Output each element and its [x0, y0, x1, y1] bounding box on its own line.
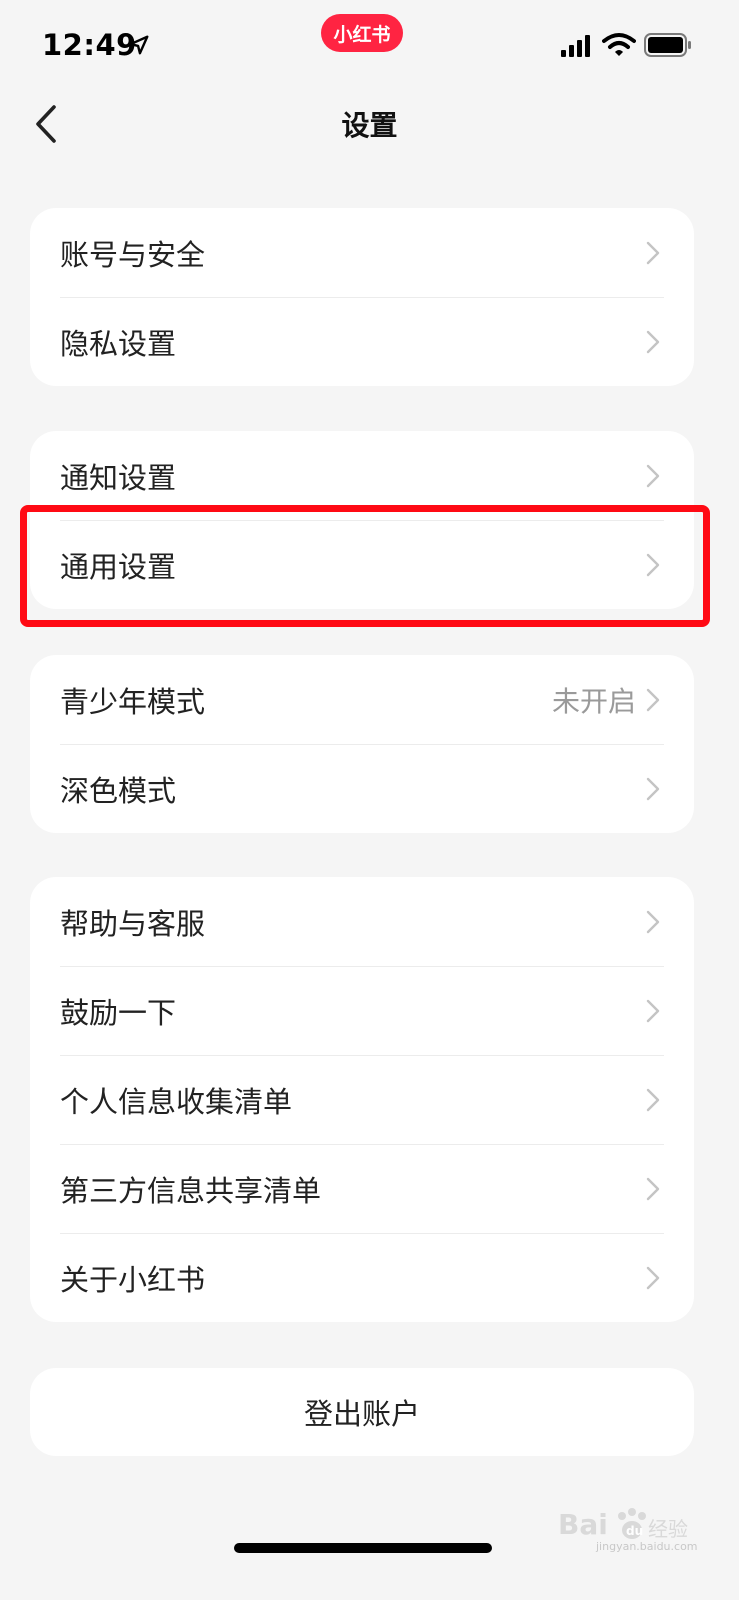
settings-group-notifications: 通知设置 通用设置	[30, 431, 694, 609]
settings-item-dark-mode[interactable]: 深色模式	[30, 744, 694, 833]
settings-item-label: 通知设置	[60, 460, 177, 495]
page-title: 设置	[341, 109, 398, 142]
logout-button[interactable]: 登出账户	[30, 1368, 694, 1456]
svg-text:du: du	[626, 1524, 643, 1538]
chevron-right-icon	[646, 464, 660, 487]
chevron-right-icon	[646, 553, 660, 576]
app-badge[interactable]: 小红书	[321, 14, 403, 52]
settings-item-label: 账号与安全	[60, 237, 206, 272]
svg-text:经验: 经验	[648, 1517, 688, 1541]
wifi-icon	[602, 33, 636, 56]
svg-text:Bai: Bai	[558, 1508, 608, 1541]
home-indicator[interactable]	[234, 1543, 492, 1553]
chevron-right-icon	[646, 777, 660, 800]
settings-item-notifications[interactable]: 通知设置	[30, 431, 694, 520]
baidu-jingyan-watermark-logo: Bai du 经验	[558, 1508, 688, 1541]
settings-item-about[interactable]: 关于小红书	[30, 1233, 694, 1322]
settings-item-label: 帮助与客服	[60, 906, 206, 941]
location-arrow-icon	[129, 35, 149, 55]
settings-item-privacy[interactable]: 隐私设置	[30, 297, 694, 386]
settings-item-label: 鼓励一下	[60, 995, 177, 1030]
teen-mode-status: 未开启	[551, 684, 636, 718]
settings-group-modes: 青少年模式 未开启 深色模式	[30, 655, 694, 833]
nav-bar: 设置	[0, 92, 739, 156]
signal-icon	[561, 35, 590, 57]
settings-item-help[interactable]: 帮助与客服	[30, 877, 694, 966]
settings-item-personal-info-list[interactable]: 个人信息收集清单	[30, 1055, 694, 1144]
settings-group-help: 帮助与客服 鼓励一下 个人信息收集清单 第三方信息共享清单 关于小红书	[30, 877, 694, 1322]
status-time: 12:49	[42, 28, 137, 62]
settings-item-label: 通用设置	[60, 549, 177, 584]
settings-item-general[interactable]: 通用设置	[30, 520, 694, 609]
settings-group-account: 账号与安全 隐私设置	[30, 208, 694, 386]
settings-item-label: 深色模式	[60, 773, 177, 808]
settings-item-label: 关于小红书	[60, 1262, 206, 1297]
logout-label: 登出账户	[303, 1397, 420, 1431]
chevron-right-icon	[646, 241, 660, 264]
chevron-right-icon	[646, 688, 660, 711]
settings-item-label: 第三方信息共享清单	[60, 1173, 322, 1208]
settings-item-label: 青少年模式	[60, 684, 206, 719]
chevron-right-icon	[646, 330, 660, 353]
app-badge-label: 小红书	[333, 23, 391, 46]
watermark-url: jingyan.baidu.com	[596, 1540, 698, 1553]
settings-item-teen-mode[interactable]: 青少年模式 未开启	[30, 655, 694, 744]
chevron-right-icon	[646, 910, 660, 933]
settings-item-label: 个人信息收集清单	[60, 1084, 293, 1119]
settings-item-label: 隐私设置	[60, 326, 177, 361]
chevron-right-icon	[646, 1177, 660, 1200]
chevron-right-icon	[646, 1266, 660, 1289]
settings-item-encourage[interactable]: 鼓励一下	[30, 966, 694, 1055]
chevron-right-icon	[646, 999, 660, 1022]
battery-icon	[644, 33, 691, 57]
chevron-right-icon	[646, 1088, 660, 1111]
status-bar: 12:49 小红书	[0, 0, 739, 92]
settings-item-account-security[interactable]: 账号与安全	[30, 208, 694, 297]
settings-item-third-party-list[interactable]: 第三方信息共享清单	[30, 1144, 694, 1233]
